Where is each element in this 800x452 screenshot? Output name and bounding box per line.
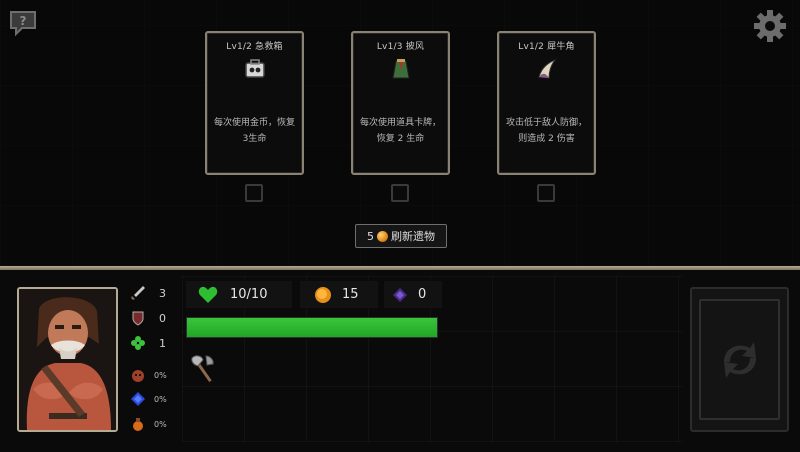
relic-card-cloak[interactable]: Lv1/3 披风 每次使用道具卡牌， 恢复 2 生命 bbox=[351, 31, 450, 175]
relic-description-line: 恢复 2 生命 bbox=[376, 134, 425, 144]
relic-description: 每次使用道具卡牌， 恢复 2 生命 bbox=[357, 115, 444, 147]
relic-description-line: 3生命 bbox=[242, 134, 267, 144]
relic-select-checkbox[interactable] bbox=[537, 184, 555, 202]
relic-select-checkbox[interactable] bbox=[391, 184, 409, 202]
rate-value: 0% bbox=[154, 370, 167, 380]
gold-value: 15 bbox=[342, 287, 359, 302]
relic-card-first-aid[interactable]: Lv1/2 急救箱 每次使用金币，恢复 3生命 bbox=[205, 31, 304, 175]
defense-value: 0 bbox=[159, 311, 166, 325]
relic-description-line: 攻击低于敌人防御， bbox=[505, 118, 587, 128]
clover-icon bbox=[130, 335, 146, 351]
help-button[interactable]: ? bbox=[8, 8, 42, 38]
swap-arrows-icon bbox=[723, 341, 756, 378]
deck-frame bbox=[699, 299, 780, 420]
cloak-icon bbox=[392, 59, 410, 79]
gold-panel: 15 bbox=[300, 281, 378, 308]
hp-bar-fill bbox=[187, 318, 437, 337]
stat-attack: 3 bbox=[130, 284, 166, 302]
relic-title: Lv1/2 急救箱 bbox=[226, 42, 283, 52]
relic-description-line: 则造成 2 伤害 bbox=[518, 134, 575, 144]
relic-description: 每次使用金币，恢复 3生命 bbox=[211, 115, 298, 147]
stat-luck: 1 bbox=[130, 334, 166, 352]
refresh-cost: 5 bbox=[367, 229, 374, 243]
rate-value: 0% bbox=[154, 419, 167, 429]
battle-axe-icon[interactable] bbox=[186, 352, 220, 386]
purple-gem-icon bbox=[393, 287, 407, 302]
gold-coin-icon bbox=[315, 286, 331, 303]
deck-swap-button[interactable] bbox=[690, 287, 789, 432]
hero-portrait[interactable] bbox=[17, 287, 118, 432]
gem-value: 0 bbox=[418, 287, 427, 302]
rate-value: 0% bbox=[154, 394, 167, 404]
stat-rate-2: 0% bbox=[130, 390, 167, 408]
stat-defense: 0 bbox=[130, 309, 166, 327]
barbarian-hero-avatar bbox=[19, 289, 116, 430]
shield-icon bbox=[130, 310, 146, 326]
stat-rate-1: 0% bbox=[130, 366, 167, 384]
relic-description-line: 每次使用道具卡牌， bbox=[359, 118, 441, 128]
hp-panel: 10/10 bbox=[186, 281, 292, 308]
heart-icon bbox=[198, 286, 218, 303]
sword-icon bbox=[130, 285, 146, 301]
attack-value: 3 bbox=[159, 286, 166, 300]
relic-description: 攻击低于敌人防御， 则造成 2 伤害 bbox=[503, 115, 590, 147]
relic-title: Lv1/3 披风 bbox=[376, 42, 425, 52]
svg-text:?: ? bbox=[20, 14, 27, 28]
pet-face-icon bbox=[130, 367, 146, 383]
gear-icon bbox=[754, 10, 786, 42]
relic-select-checkbox[interactable] bbox=[245, 184, 263, 202]
potion-bag-icon bbox=[130, 416, 146, 432]
gem-panel: 0 bbox=[384, 281, 442, 308]
refresh-relics-button[interactable]: 5 刷新遗物 bbox=[355, 224, 447, 248]
stat-rate-3: 0% bbox=[130, 415, 167, 433]
rhino-horn-icon bbox=[538, 58, 557, 79]
luck-value: 1 bbox=[159, 336, 166, 350]
help-bubble-icon: ? bbox=[10, 11, 36, 37]
hp-bar bbox=[186, 317, 438, 338]
hp-value: 10/10 bbox=[230, 287, 268, 302]
blue-gem-icon bbox=[130, 391, 146, 407]
relic-card-rhino-horn[interactable]: Lv1/2 犀牛角 攻击低于敌人防御， 则造成 2 伤害 bbox=[497, 31, 596, 175]
gold-coin-icon bbox=[377, 230, 388, 242]
relic-description-line: 每次使用金币，恢复 bbox=[213, 118, 295, 128]
first-aid-kit-icon bbox=[245, 59, 265, 78]
relic-title: Lv1/2 犀牛角 bbox=[518, 42, 575, 52]
refresh-label: 刷新遗物 bbox=[391, 230, 435, 243]
settings-button[interactable] bbox=[752, 8, 788, 44]
